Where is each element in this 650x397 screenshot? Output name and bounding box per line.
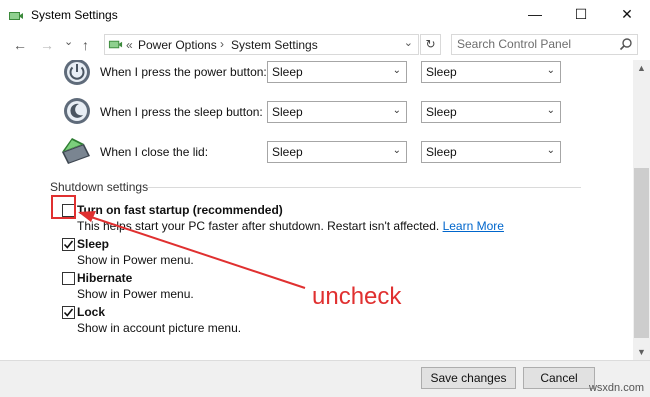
annotation-arrow [78,211,306,289]
annotation-text: uncheck [312,283,402,310]
